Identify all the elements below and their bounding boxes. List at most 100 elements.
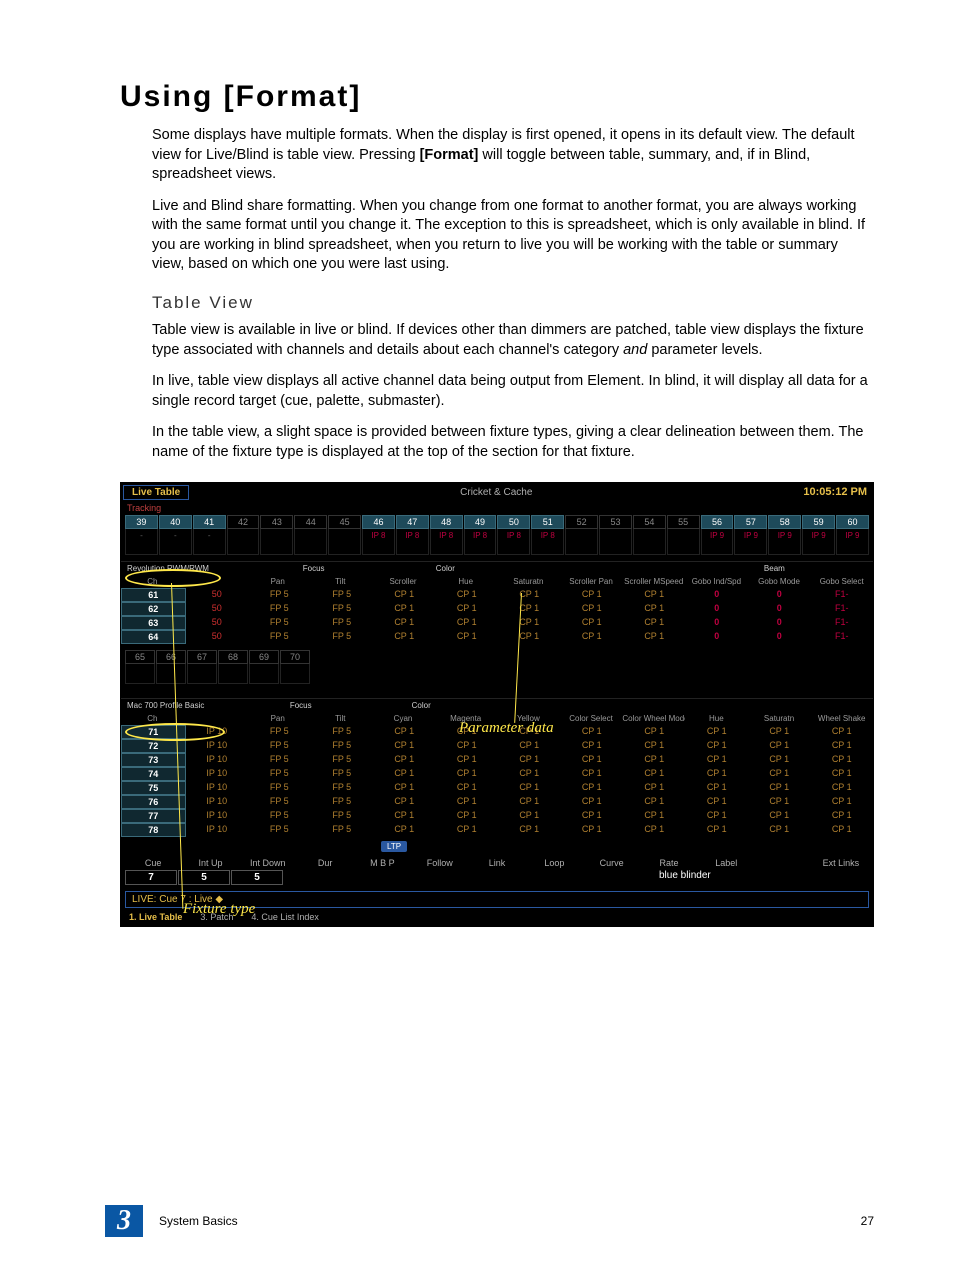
data-cell: CP 1 [436, 616, 499, 630]
channel-num[interactable]: 56 [701, 515, 734, 529]
channel-num[interactable]: 68 [218, 650, 248, 664]
channel-num[interactable]: 57 [734, 515, 767, 529]
channel-num[interactable]: 59 [802, 515, 835, 529]
data-cell: CP 1 [623, 781, 686, 795]
category-label [347, 562, 413, 575]
channel-body: - [193, 529, 226, 555]
cue-header: Dur [297, 856, 353, 870]
data-cell: CP 1 [436, 630, 499, 644]
channel-num[interactable]: 44 [294, 515, 327, 529]
channel-cell[interactable]: 63 [121, 616, 186, 630]
table-row: 78IP 10FP 5FP 5CP 1CP 1CP 1CP 1CP 1CP 1C… [121, 823, 873, 837]
cue-value [337, 870, 389, 885]
data-cell: FP 5 [311, 630, 374, 644]
data-cell: IP 10 [186, 781, 249, 795]
cue-value [443, 870, 495, 885]
channel-num[interactable]: 51 [531, 515, 564, 529]
cue-values: 755blue blinder [121, 870, 873, 885]
channel-num[interactable]: 60 [836, 515, 869, 529]
channel-num[interactable]: 42 [227, 515, 260, 529]
channel-num[interactable]: 58 [768, 515, 801, 529]
data-cell: 0 [748, 588, 811, 602]
channel-body [260, 529, 293, 555]
category-label [512, 699, 572, 712]
channel-num[interactable]: 47 [396, 515, 429, 529]
p3i: and [623, 342, 647, 358]
cue-value: 7 [125, 870, 177, 885]
cue-header: Ext Links [813, 856, 869, 870]
param-header: Saturatn [748, 712, 811, 725]
data-cell: FP 5 [311, 602, 374, 616]
channel-cell[interactable]: 64 [121, 630, 186, 644]
channel-cell[interactable]: 77 [121, 809, 186, 823]
channel-num[interactable]: 53 [599, 515, 632, 529]
channel-num[interactable]: 43 [260, 515, 293, 529]
channel-cell[interactable]: 76 [121, 795, 186, 809]
channel-num[interactable]: 41 [193, 515, 226, 529]
channel-num[interactable]: 70 [280, 650, 310, 664]
data-cell: CP 1 [436, 809, 499, 823]
channel-num[interactable]: 65 [125, 650, 155, 664]
data-cell: CP 1 [811, 753, 874, 767]
category-label [807, 562, 873, 575]
channel-num[interactable]: 54 [633, 515, 666, 529]
channel-cell[interactable]: 78 [121, 823, 186, 837]
data-cell: CP 1 [623, 616, 686, 630]
command-line[interactable]: LIVE: Cue 7 : Live ◆ [125, 891, 869, 908]
channel-body: IP 9 [701, 529, 734, 555]
channel-cell[interactable]: 61 [121, 588, 186, 602]
channel-body: IP 8 [430, 529, 463, 555]
data-cell: CP 1 [748, 739, 811, 753]
data-cell: FP 5 [311, 725, 374, 739]
data-cell: CP 1 [686, 795, 749, 809]
channel-cell[interactable]: 72 [121, 739, 186, 753]
channel-num[interactable]: 52 [565, 515, 598, 529]
channel-cell[interactable]: 71 [121, 725, 186, 739]
data-cell: 0 [686, 630, 749, 644]
channel-cell[interactable]: 75 [121, 781, 186, 795]
data-cell: 0 [748, 602, 811, 616]
data-cell: CP 1 [748, 809, 811, 823]
channel-num[interactable]: 67 [187, 650, 217, 664]
data-cell: CP 1 [811, 809, 874, 823]
channel-body: - [125, 529, 158, 555]
category-label [451, 699, 511, 712]
data-cell: CP 1 [811, 767, 874, 781]
tab-live-table[interactable]: Live Table [123, 485, 189, 500]
channel-num[interactable]: 50 [497, 515, 530, 529]
channel-num[interactable]: 45 [328, 515, 361, 529]
p1bold: [Format] [420, 147, 479, 163]
data-cell: CP 1 [498, 795, 561, 809]
footer-tab-cuelist[interactable]: 4. Cue List Index [251, 912, 319, 922]
paragraph-4: In live, table view displays all active … [152, 372, 874, 411]
section2-rows: 71IP 10FP 5FP 5CP 1CP 1CP 1CP 1CP 1CP 1C… [121, 725, 873, 837]
data-cell: CP 1 [561, 725, 624, 739]
channel-num[interactable]: 46 [362, 515, 395, 529]
channel-num[interactable]: 48 [430, 515, 463, 529]
param-header: Ch [121, 575, 184, 588]
channel-cell[interactable]: 74 [121, 767, 186, 781]
channel-num[interactable]: 40 [159, 515, 192, 529]
param-header: Magenta [434, 712, 497, 725]
channel-num[interactable]: 66 [156, 650, 186, 664]
cue-value [549, 870, 601, 885]
table-row: 71IP 10FP 5FP 5CP 1CP 1CP 1CP 1CP 1CP 1C… [121, 725, 873, 739]
cue-header: Link [469, 856, 525, 870]
data-cell: CP 1 [561, 739, 624, 753]
footer-tab-patch[interactable]: 3. Patch [200, 912, 233, 922]
table-row: 6150FP 5FP 5CP 1CP 1CP 1CP 1CP 100F1- [121, 588, 873, 602]
data-cell: 0 [748, 630, 811, 644]
cue-value [817, 870, 869, 885]
channel-cell[interactable]: 62 [121, 602, 186, 616]
data-cell: FP 5 [311, 616, 374, 630]
paragraph-1: Some displays have multiple formats. Whe… [152, 126, 874, 185]
cue-value [284, 870, 336, 885]
footer-tab-live[interactable]: 1. Live Table [129, 912, 182, 922]
channel-num[interactable]: 49 [464, 515, 497, 529]
channel-num[interactable]: 55 [667, 515, 700, 529]
param-header: Tilt [309, 575, 372, 588]
channel-cell[interactable]: 73 [121, 753, 186, 767]
channel-num[interactable]: 69 [249, 650, 279, 664]
data-cell: CP 1 [561, 753, 624, 767]
channel-num[interactable]: 39 [125, 515, 158, 529]
